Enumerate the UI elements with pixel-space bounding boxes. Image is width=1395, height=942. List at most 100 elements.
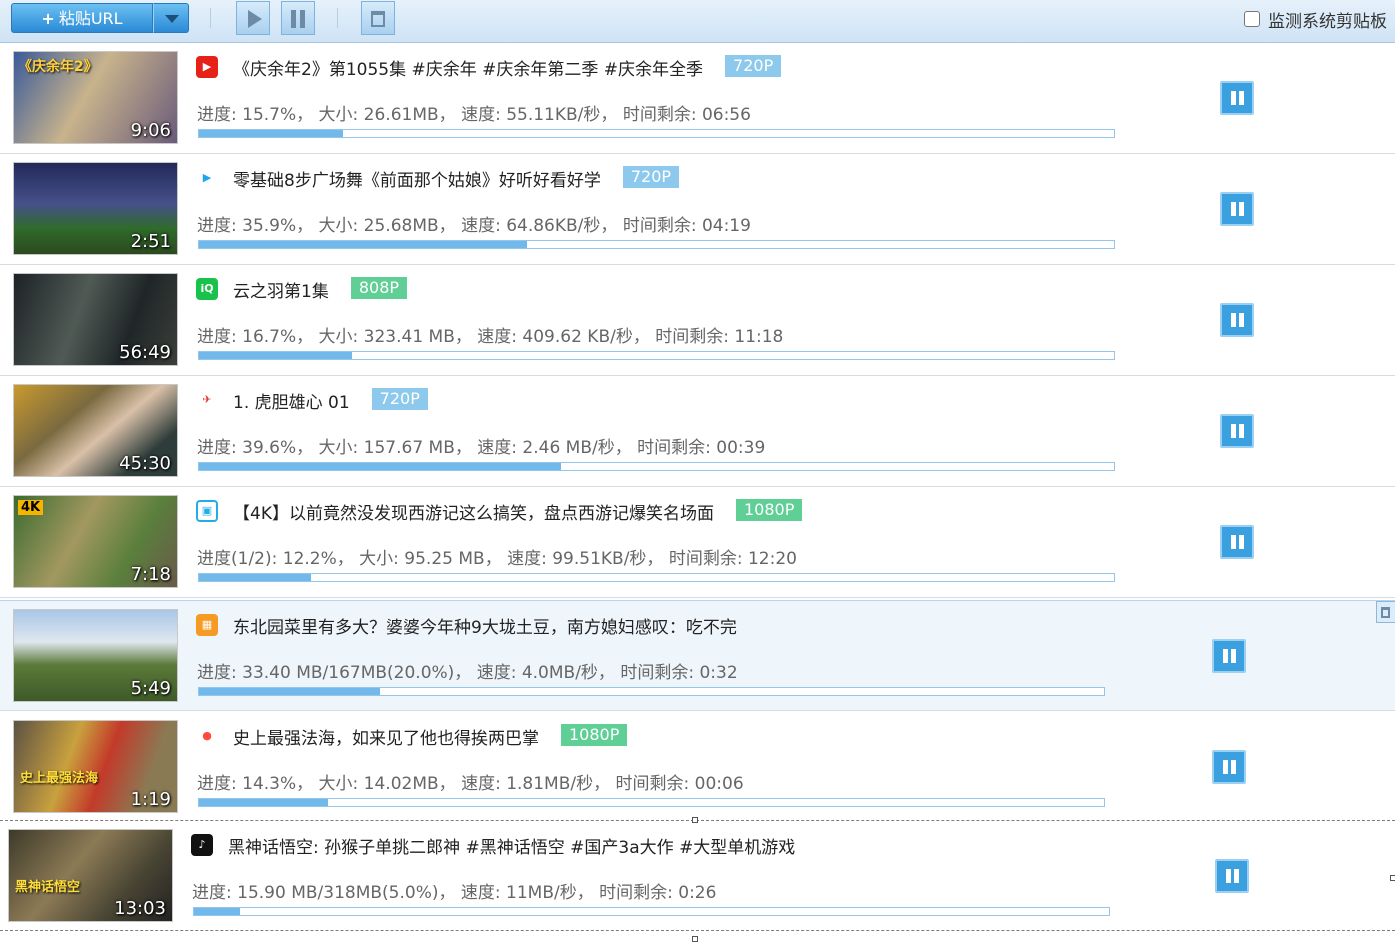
pause-button[interactable] [1220,414,1254,448]
toolbar: + 粘贴URL 监测系统剪贴板 [0,0,1395,43]
selection-handle[interactable] [1390,875,1395,881]
download-row[interactable]: 史上最强法海 1:19 ● 史上最强法海，如来见了他也得挨两巴掌 1080P 进度… [0,712,1395,823]
resolution-badge: 720P [371,388,428,410]
download-row[interactable]: 45:30 ✈ 1. 虎胆雄心 01 720P 进度: 39.6%， 大小: 15… [0,376,1395,487]
monitor-clipboard-label: 监测系统剪贴板 [1268,11,1387,32]
paste-url-button[interactable]: + 粘贴URL [11,3,153,33]
progress-bar [198,462,1115,471]
resolution-badge: 720P [725,55,782,77]
pause-button[interactable] [1212,639,1246,673]
video-thumbnail[interactable]: 史上最强法海 1:19 [13,720,178,813]
progress-bar [198,129,1115,138]
video-thumbnail[interactable]: 黑神话悟空 13:03 [8,829,173,922]
delete-all-button[interactable] [361,1,395,35]
monitor-clipboard-checkbox[interactable] [1244,11,1260,27]
progress-bar [198,240,1115,249]
video-thumbnail[interactable]: 2:51 [13,162,178,255]
progress-status: 进度: 16.7%， 大小: 323.41 MB， 速度: 409.62 KB/… [197,327,784,347]
pause-icon [1231,202,1236,216]
video-title-text: 零基础8步广场舞《前面那个姑娘》好听好看好学 [233,171,601,191]
progress-status: 进度: 14.3%， 大小: 14.02MB， 速度: 1.81MB/秒， 时间… [197,774,744,794]
progress-bar-fill [199,130,343,137]
pause-button[interactable] [1215,859,1249,893]
video-title: 黑神话悟空: 孙猴子单挑二郎神 #黑神话悟空 #国产3a大作 #大型单机游戏 [228,833,795,858]
video-thumbnail[interactable]: 《庆余年2》 9:06 [13,51,178,144]
video-title-text: 东北园菜里有多大？婆婆今年种9大垅土豆，南方媳妇感叹：吃不完 [233,618,737,638]
pause-button[interactable] [1220,303,1254,337]
pause-all-button[interactable] [281,1,315,35]
video-title: 云之羽第1集 808P [233,277,408,302]
video-title-text: 云之羽第1集 [233,282,329,302]
progress-bar [193,907,1110,916]
toolbar-separator [337,8,338,28]
paste-url-dropdown[interactable] [153,3,189,33]
video-title: 东北园菜里有多大？婆婆今年种9大垅土豆，南方媳妇感叹：吃不完 [233,613,737,638]
progress-bar-fill [199,352,352,359]
pause-icon [1231,91,1236,105]
pause-button[interactable] [1212,750,1246,784]
download-row[interactable]: 56:49 iQ 云之羽第1集 808P 进度: 16.7%， 大小: 323.4… [0,265,1395,376]
download-row[interactable]: 黑神话悟空 13:03 ♪ 黑神话悟空: 孙猴子单挑二郎神 #黑神话悟空 #国产… [0,820,1395,931]
progress-status: 进度(1/2): 12.2%， 大小: 95.25 MB， 速度: 99.51K… [197,549,797,569]
video-duration: 45:30 [119,453,171,474]
video-title-text: 【4K】以前竟然没发现西游记这么搞笑，盘点西游记爆笑名场面 [233,504,714,524]
tencent-video-icon: ▶ [196,167,218,189]
progress-bar-fill [199,574,311,581]
selection-handle[interactable] [692,936,698,942]
video-title-text: 1. 虎胆雄心 01 [233,393,350,413]
video-thumbnail[interactable]: 5:49 [13,609,178,702]
pause-button[interactable] [1220,81,1254,115]
selection-handle[interactable] [692,817,698,823]
progress-bar [198,573,1115,582]
pause-icon [291,10,296,28]
progress-bar-fill [199,241,528,248]
download-row[interactable]: 《庆余年2》 9:06 ▶ 《庆余年2》第1055集 #庆余年 #庆余年第二季 … [0,43,1395,154]
toolbar-separator [210,8,211,28]
xigua-icon: ▦ [196,614,218,636]
thumbnail-caption: 史上最强法海 [20,771,99,786]
download-row[interactable]: 2:51 ▶ 零基础8步广场舞《前面那个姑娘》好听好看好学 720P 进度: 35… [0,154,1395,265]
plus-icon: + [41,9,55,28]
thumbnail-4k-badge: 4K [18,500,44,515]
video-duration: 5:49 [130,678,171,699]
kuaishou-icon: ● [196,725,218,747]
pause-button[interactable] [1220,192,1254,226]
iqiyi-icon: iQ [196,278,218,300]
progress-bar [198,798,1105,807]
video-duration: 13:03 [114,898,166,919]
progress-bar-fill [199,799,329,806]
pause-icon [1231,313,1236,327]
video-thumbnail[interactable]: 56:49 [13,273,178,366]
video-thumbnail[interactable]: 45:30 [13,384,178,477]
pause-button[interactable] [1220,525,1254,559]
progress-bar-fill [194,908,240,915]
delete-row-button[interactable] [1376,601,1395,623]
resolution-badge: 1080P [561,724,628,746]
progress-bar-fill [199,463,562,470]
video-duration: 1:19 [130,789,171,810]
pause-icon [1231,535,1236,549]
progress-status: 进度: 15.7%， 大小: 26.61MB， 速度: 55.11KB/秒， 时… [197,105,751,125]
paste-url-label: 粘贴URL [58,9,123,28]
video-title-text: 黑神话悟空: 孙猴子单挑二郎神 #黑神话悟空 #国产3a大作 #大型单机游戏 [228,838,796,858]
video-title: 【4K】以前竟然没发现西游记这么搞笑，盘点西游记爆笑名场面 1080P [233,499,803,524]
download-row[interactable]: 5:49 ▦ 东北园菜里有多大？婆婆今年种9大垅土豆，南方媳妇感叹：吃不完 进度… [0,600,1395,711]
progress-status: 进度: 39.6%， 大小: 157.67 MB， 速度: 2.46 MB/秒，… [197,438,766,458]
bilibili-icon: ▣ [196,500,218,522]
pause-icon [1226,869,1231,883]
pause-icon [1223,649,1228,663]
video-title: 零基础8步广场舞《前面那个姑娘》好听好看好学 720P [233,166,680,191]
monitor-clipboard-toggle[interactable]: 监测系统剪贴板 [1244,6,1387,32]
pause-icon [1231,424,1236,438]
resolution-badge: 808P [350,277,408,299]
video-thumbnail[interactable]: 4K 7:18 [13,495,178,588]
resolution-badge: 1080P [735,499,803,521]
download-row[interactable]: 4K 7:18 ▣ 【4K】以前竟然没发现西游记这么搞笑，盘点西游记爆笑名场面 1… [0,487,1395,598]
progress-bar [198,687,1105,696]
video-title-text: 史上最强法海，如来见了他也得挨两巴掌 [233,729,539,749]
video-title-text: 《庆余年2》第1055集 #庆余年 #庆余年第二季 #庆余年全季 [233,60,704,80]
start-all-button[interactable] [236,1,270,35]
thumbnail-caption: 《庆余年2》 [18,59,98,75]
video-duration: 7:18 [130,564,171,585]
trash-icon [371,11,385,27]
